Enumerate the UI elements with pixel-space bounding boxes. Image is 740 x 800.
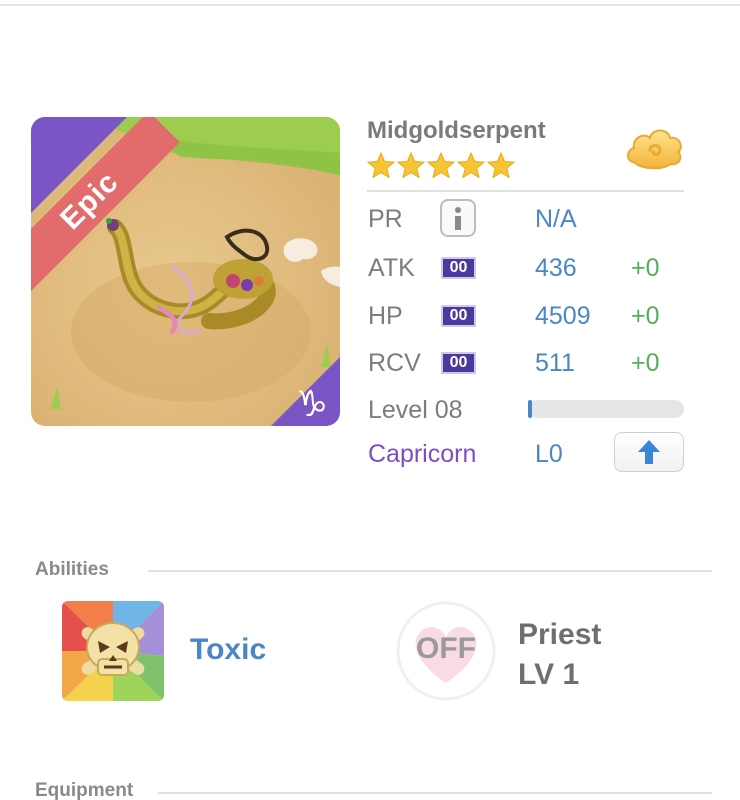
- hp-value: 4509: [535, 302, 591, 330]
- pet-name: Midgoldserpent: [367, 117, 546, 144]
- star-icon: [426, 151, 456, 179]
- abilities-rule: [148, 570, 712, 572]
- atk-label: ATK: [368, 254, 415, 282]
- star-rating: [366, 151, 516, 181]
- rcv-bonus: +0: [631, 349, 660, 377]
- name-divider: [367, 190, 684, 192]
- pet-card-image[interactable]: R Epic ♑: [31, 117, 340, 426]
- level-label: Level 08: [368, 396, 463, 424]
- rcv-label: RCV: [368, 349, 421, 377]
- toxic-ability-icon-box[interactable]: [62, 601, 164, 701]
- zodiac-label: Capricorn: [368, 440, 477, 468]
- zodiac-upgrade-button[interactable]: [614, 432, 684, 472]
- level-progress-bar: [528, 400, 684, 418]
- toxic-ability-name[interactable]: Toxic: [190, 633, 266, 667]
- info-button[interactable]: [440, 199, 476, 237]
- arrow-up-icon: [638, 440, 660, 464]
- atk-badge: 00: [441, 257, 476, 279]
- equipment-rule: [158, 792, 712, 794]
- star-icon: [486, 151, 516, 179]
- pet-detail-page: R Epic ♑ Midgoldserpent PR: [0, 0, 740, 800]
- hp-badge: 00: [441, 305, 476, 327]
- hp-label: HP: [368, 302, 403, 330]
- abilities-section-title: Abilities: [35, 559, 109, 580]
- top-divider: [0, 4, 740, 6]
- equipment-section-title: Equipment: [35, 780, 134, 800]
- svg-text:♑: ♑: [296, 384, 328, 425]
- level-progress-fill: [528, 400, 532, 418]
- star-icon: [396, 151, 426, 179]
- priest-ability-level: LV 1: [518, 658, 580, 691]
- hp-bonus: +0: [631, 302, 660, 330]
- rcv-value: 511: [535, 349, 575, 377]
- pr-label: PR: [368, 205, 403, 233]
- zodiac-level: L0: [535, 440, 563, 468]
- star-icon: [456, 151, 486, 179]
- star-icon: [366, 151, 396, 179]
- ability-status-off: OFF: [416, 632, 476, 665]
- atk-value: 436: [535, 254, 577, 282]
- info-icon: [455, 207, 461, 230]
- pr-value: N/A: [535, 205, 577, 233]
- cloud-icon: [627, 129, 682, 170]
- atk-bonus: +0: [631, 254, 660, 282]
- priest-ability-name: Priest: [518, 618, 602, 651]
- rcv-badge: 00: [441, 352, 476, 374]
- skull-icon: [62, 601, 164, 701]
- capricorn-icon: ♑: [296, 384, 328, 425]
